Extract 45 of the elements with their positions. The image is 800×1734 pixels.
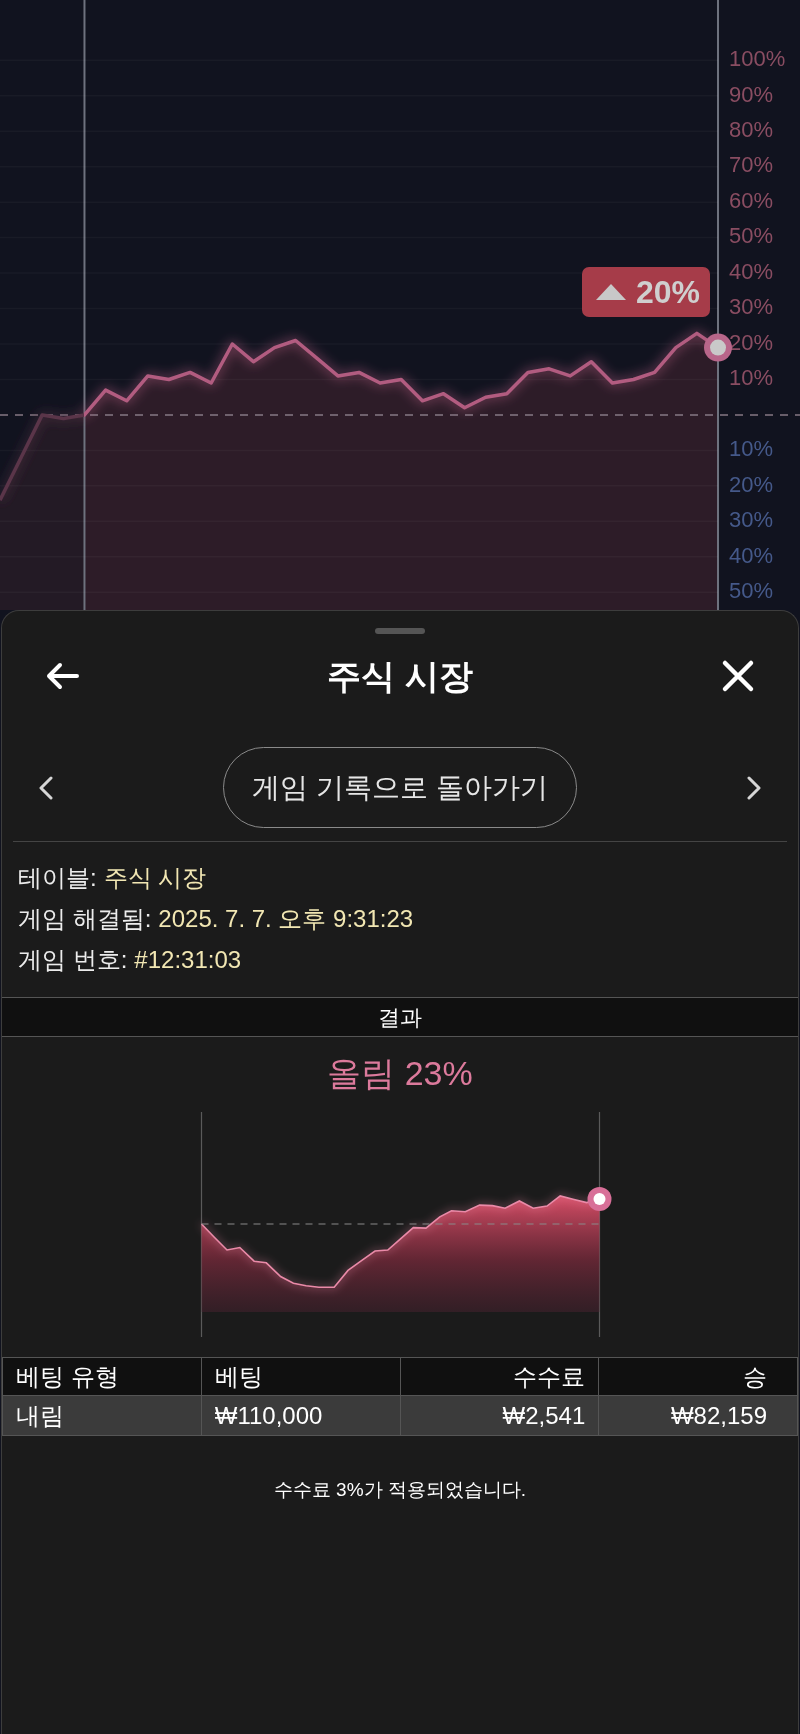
endpoint-marker — [587, 1187, 612, 1211]
axis-label: 20% — [729, 471, 774, 497]
next-button[interactable] — [747, 775, 761, 800]
info-label: 테이블: — [18, 862, 97, 893]
axis-label: 50% — [729, 223, 774, 249]
axis-label: 60% — [729, 187, 774, 213]
axis-label: 10% — [729, 436, 774, 462]
table-cell: ₩110,000 — [201, 1395, 400, 1436]
close-button[interactable] — [721, 659, 755, 693]
drag-handle[interactable] — [375, 628, 425, 634]
axis-label: 30% — [729, 294, 774, 320]
result-header: 결과 — [2, 997, 798, 1037]
info-label: 게임 해결됨: — [18, 903, 152, 934]
table-header-cell: 수수료 — [400, 1357, 599, 1396]
info-value: 주식 시장 — [103, 862, 207, 893]
info-value: #12:31:03 — [134, 944, 242, 975]
axis-label: 20% — [729, 329, 774, 355]
back-button[interactable] — [45, 662, 79, 690]
axis-label: 50% — [729, 578, 774, 604]
axis-label: 100% — [729, 46, 786, 72]
axis-label: 40% — [729, 258, 774, 284]
endpoint-marker — [704, 333, 732, 362]
result-outcome: 올림 23% — [326, 1053, 474, 1093]
axis-label: 70% — [729, 152, 774, 178]
table-cell: 내림 — [2, 1395, 202, 1436]
table-cell: ₩82,159 — [598, 1395, 798, 1436]
table-cell: ₩2,541 — [400, 1395, 599, 1436]
sheet-title: 주식 시장 — [327, 659, 473, 693]
axis-label: 10% — [729, 365, 774, 391]
table-header-cell: 베팅 유형 — [2, 1357, 202, 1396]
fee-note: 수수료 3%가 적용되었습니다. — [272, 1478, 528, 1502]
axis-label: 80% — [729, 117, 774, 143]
axis-label: 90% — [729, 81, 774, 107]
close-icon — [721, 659, 755, 693]
table-header-cell: 베팅 — [201, 1357, 400, 1396]
table-header-cell: 승 — [598, 1357, 798, 1396]
chevron-right-icon — [747, 775, 761, 800]
arrow-left-icon — [45, 662, 79, 690]
previous-button[interactable] — [39, 775, 53, 800]
info-value: 2025. 7. 7. 오후 9:31:23 — [158, 903, 414, 934]
axis-label: 30% — [729, 507, 774, 533]
change-value: 20% — [635, 275, 700, 308]
axis-label: 40% — [729, 542, 774, 568]
chevron-left-icon — [39, 775, 53, 800]
info-label: 게임 번호: — [18, 944, 128, 975]
